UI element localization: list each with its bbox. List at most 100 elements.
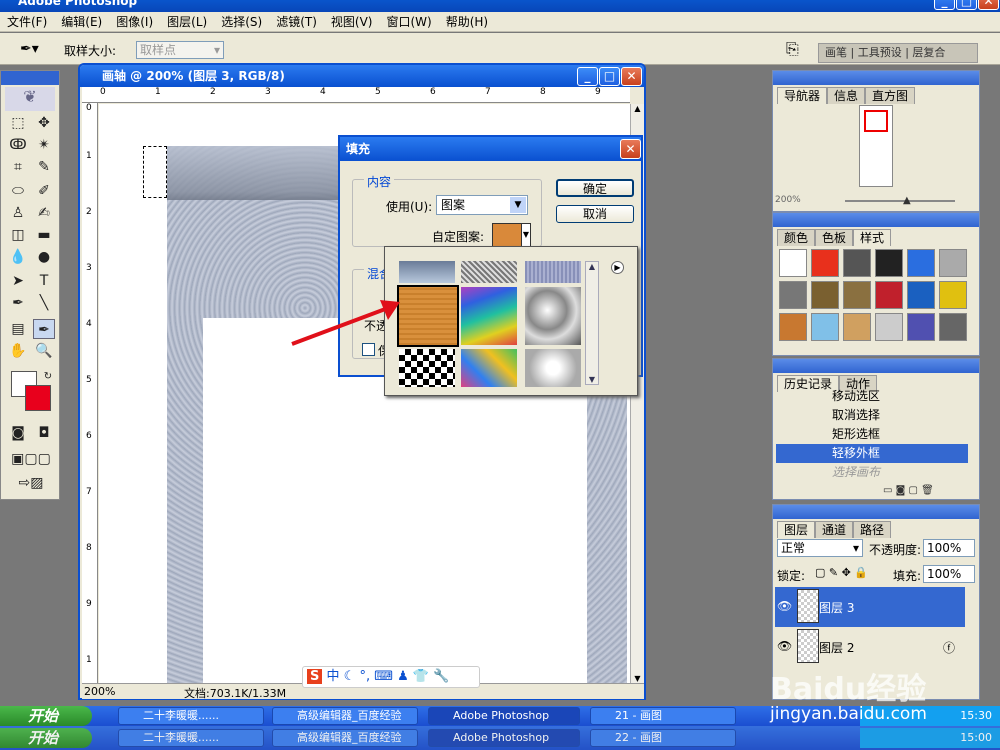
menu-select[interactable]: 选择(S) xyxy=(214,12,269,32)
style-swatch[interactable] xyxy=(779,249,807,277)
layer-row[interactable]: 👁 图层 2 ⓕ xyxy=(775,627,965,667)
quickmask-mode-icon[interactable]: ◘ xyxy=(33,423,55,443)
pattern-swatch-confetti[interactable] xyxy=(461,349,517,387)
doc-minimize-button[interactable]: _ xyxy=(577,67,598,86)
style-swatch[interactable] xyxy=(875,281,903,309)
dodge-tool-icon[interactable]: ● xyxy=(33,247,55,267)
tab-layers[interactable]: 图层 xyxy=(777,521,816,538)
tab-paths[interactable]: 路径 xyxy=(853,521,892,538)
taskbar-task[interactable]: 21 - 画图 xyxy=(590,707,736,725)
style-swatch[interactable] xyxy=(843,313,871,341)
navigator-view-box[interactable] xyxy=(864,110,888,132)
history-item-selected[interactable]: 轻移外框 xyxy=(776,444,968,463)
close-button[interactable]: ✕ xyxy=(978,0,999,10)
eye-icon[interactable]: 👁 xyxy=(777,599,792,613)
ime-icons[interactable]: ☾ °, ⌨ ♟ 👕 🔧 xyxy=(344,669,450,684)
lock-icons[interactable]: ▢ ✎ ✥ 🔒 xyxy=(815,566,868,579)
hand-tool-icon[interactable]: ✋ xyxy=(7,341,29,361)
menu-help[interactable]: 帮助(H) xyxy=(439,12,495,32)
palette-well[interactable]: 画笔 | 工具预设 | 层复合 xyxy=(818,43,978,63)
move-tool-icon[interactable]: ✥ xyxy=(33,113,55,133)
pattern-scrollbar[interactable]: ▲ ▼ xyxy=(585,261,599,385)
tab-styles[interactable]: 样式 xyxy=(853,229,892,246)
magic-wand-icon[interactable]: ✴ xyxy=(33,135,55,155)
pattern-menu-icon[interactable]: ▶ xyxy=(611,261,624,274)
notes-tool-icon[interactable]: ▤ xyxy=(7,319,29,339)
doc-maximize-button[interactable]: □ xyxy=(599,67,620,86)
history-brush-icon[interactable]: ✍ xyxy=(33,203,55,223)
tab-info[interactable]: 信息 xyxy=(827,87,866,104)
gradient-tool-icon[interactable]: ▬ xyxy=(33,225,55,245)
cancel-button[interactable]: 取消 xyxy=(556,205,634,223)
style-swatch[interactable] xyxy=(939,249,967,277)
zoom-tool-icon[interactable]: 🔍 xyxy=(33,341,55,361)
style-swatch[interactable] xyxy=(811,281,839,309)
style-swatch[interactable] xyxy=(939,281,967,309)
style-swatch[interactable] xyxy=(843,249,871,277)
pattern-swatch-clouds[interactable] xyxy=(399,261,455,283)
style-swatch[interactable] xyxy=(779,313,807,341)
style-swatch[interactable] xyxy=(811,313,839,341)
history-item[interactable]: 移动选区 xyxy=(776,387,968,406)
zoom-readout[interactable]: 200% xyxy=(84,685,115,698)
pattern-swatch-crumpled[interactable] xyxy=(525,287,581,345)
history-item[interactable]: 矩形选框 xyxy=(776,425,968,444)
history-item[interactable]: 取消选择 xyxy=(776,406,968,425)
style-swatch[interactable] xyxy=(811,249,839,277)
custom-pattern-picker[interactable] xyxy=(492,223,522,247)
history-item[interactable]: 选择画布 xyxy=(776,463,968,482)
type-tool-icon[interactable]: T xyxy=(33,271,55,291)
marquee-tool-icon[interactable]: ⬚ xyxy=(7,113,29,133)
navigator-zoom[interactable]: 200% ▲ xyxy=(775,195,977,209)
pen-tool-icon[interactable]: ✒ xyxy=(7,293,29,313)
menu-layer[interactable]: 图层(L) xyxy=(160,12,214,32)
pattern-swatch-noise[interactable] xyxy=(461,261,517,283)
lasso-tool-icon[interactable]: ↂ xyxy=(7,135,29,155)
menu-view[interactable]: 视图(V) xyxy=(324,12,380,32)
feather-icon[interactable]: ❦ xyxy=(5,87,55,111)
menu-file[interactable]: 文件(F) xyxy=(0,12,54,32)
tab-histogram[interactable]: 直方图 xyxy=(865,87,916,104)
line-tool-icon[interactable]: ╲ xyxy=(33,293,55,313)
pattern-swatch-bubbles[interactable] xyxy=(525,349,581,387)
fill-dialog-close-button[interactable]: ✕ xyxy=(620,139,641,159)
path-select-icon[interactable]: ➤ xyxy=(7,271,29,291)
eraser-tool-icon[interactable]: ◫ xyxy=(7,225,29,245)
pattern-dropdown-arrow[interactable]: ▼ xyxy=(521,223,531,247)
file-browser-icon[interactable]: ⎘ xyxy=(786,39,799,59)
healing-brush-icon[interactable]: ⬭ xyxy=(7,181,29,201)
taskbar-task-active[interactable]: Adobe Photoshop xyxy=(428,729,580,747)
history-buttons[interactable]: ▭ ◙ ▢ 🗑 xyxy=(883,485,934,496)
ok-button[interactable]: 确定 xyxy=(556,179,634,197)
style-swatch[interactable] xyxy=(907,281,935,309)
pattern-swatch-rainbow[interactable] xyxy=(461,287,517,345)
style-swatch[interactable] xyxy=(907,249,935,277)
layer-effects-icon[interactable]: ⓕ xyxy=(943,639,955,656)
taskbar-task[interactable]: 二十李暖暖...... xyxy=(118,729,264,747)
crop-tool-icon[interactable]: ⌗ xyxy=(7,157,29,177)
screen-mode-icons[interactable]: ▣▢▢ xyxy=(5,449,57,469)
sample-size-select[interactable]: 取样点 ▾ xyxy=(136,41,224,59)
opacity-input[interactable]: 100% xyxy=(923,539,975,557)
pattern-swatch-checker[interactable] xyxy=(399,349,455,387)
style-swatch[interactable] xyxy=(779,281,807,309)
taskbar-task[interactable]: 二十李暖暖...... xyxy=(118,707,264,725)
tab-navigator[interactable]: 导航器 xyxy=(777,87,828,104)
background-color[interactable] xyxy=(25,385,51,411)
style-swatch[interactable] xyxy=(843,281,871,309)
ime-mode[interactable]: 中 xyxy=(327,669,340,684)
style-swatch[interactable] xyxy=(939,313,967,341)
layer-name[interactable]: 图层 3 xyxy=(819,599,854,616)
style-swatch[interactable] xyxy=(875,249,903,277)
menu-image[interactable]: 图像(I) xyxy=(109,12,160,32)
taskbar-task[interactable]: 高级编辑器_百度经验 xyxy=(272,707,418,725)
stamp-tool-icon[interactable]: ♙ xyxy=(7,203,29,223)
menu-window[interactable]: 窗口(W) xyxy=(379,12,438,32)
taskbar-task[interactable]: 22 - 画图 xyxy=(590,729,736,747)
blend-mode-select[interactable]: 正常 ▾ xyxy=(777,539,863,557)
slice-tool-icon[interactable]: ✎ xyxy=(33,157,55,177)
start-button[interactable]: 开始 xyxy=(0,706,92,726)
tab-color[interactable]: 颜色 xyxy=(777,229,816,246)
standard-mode-icon[interactable]: ◙ xyxy=(7,423,29,443)
blur-tool-icon[interactable]: 💧 xyxy=(7,247,29,267)
